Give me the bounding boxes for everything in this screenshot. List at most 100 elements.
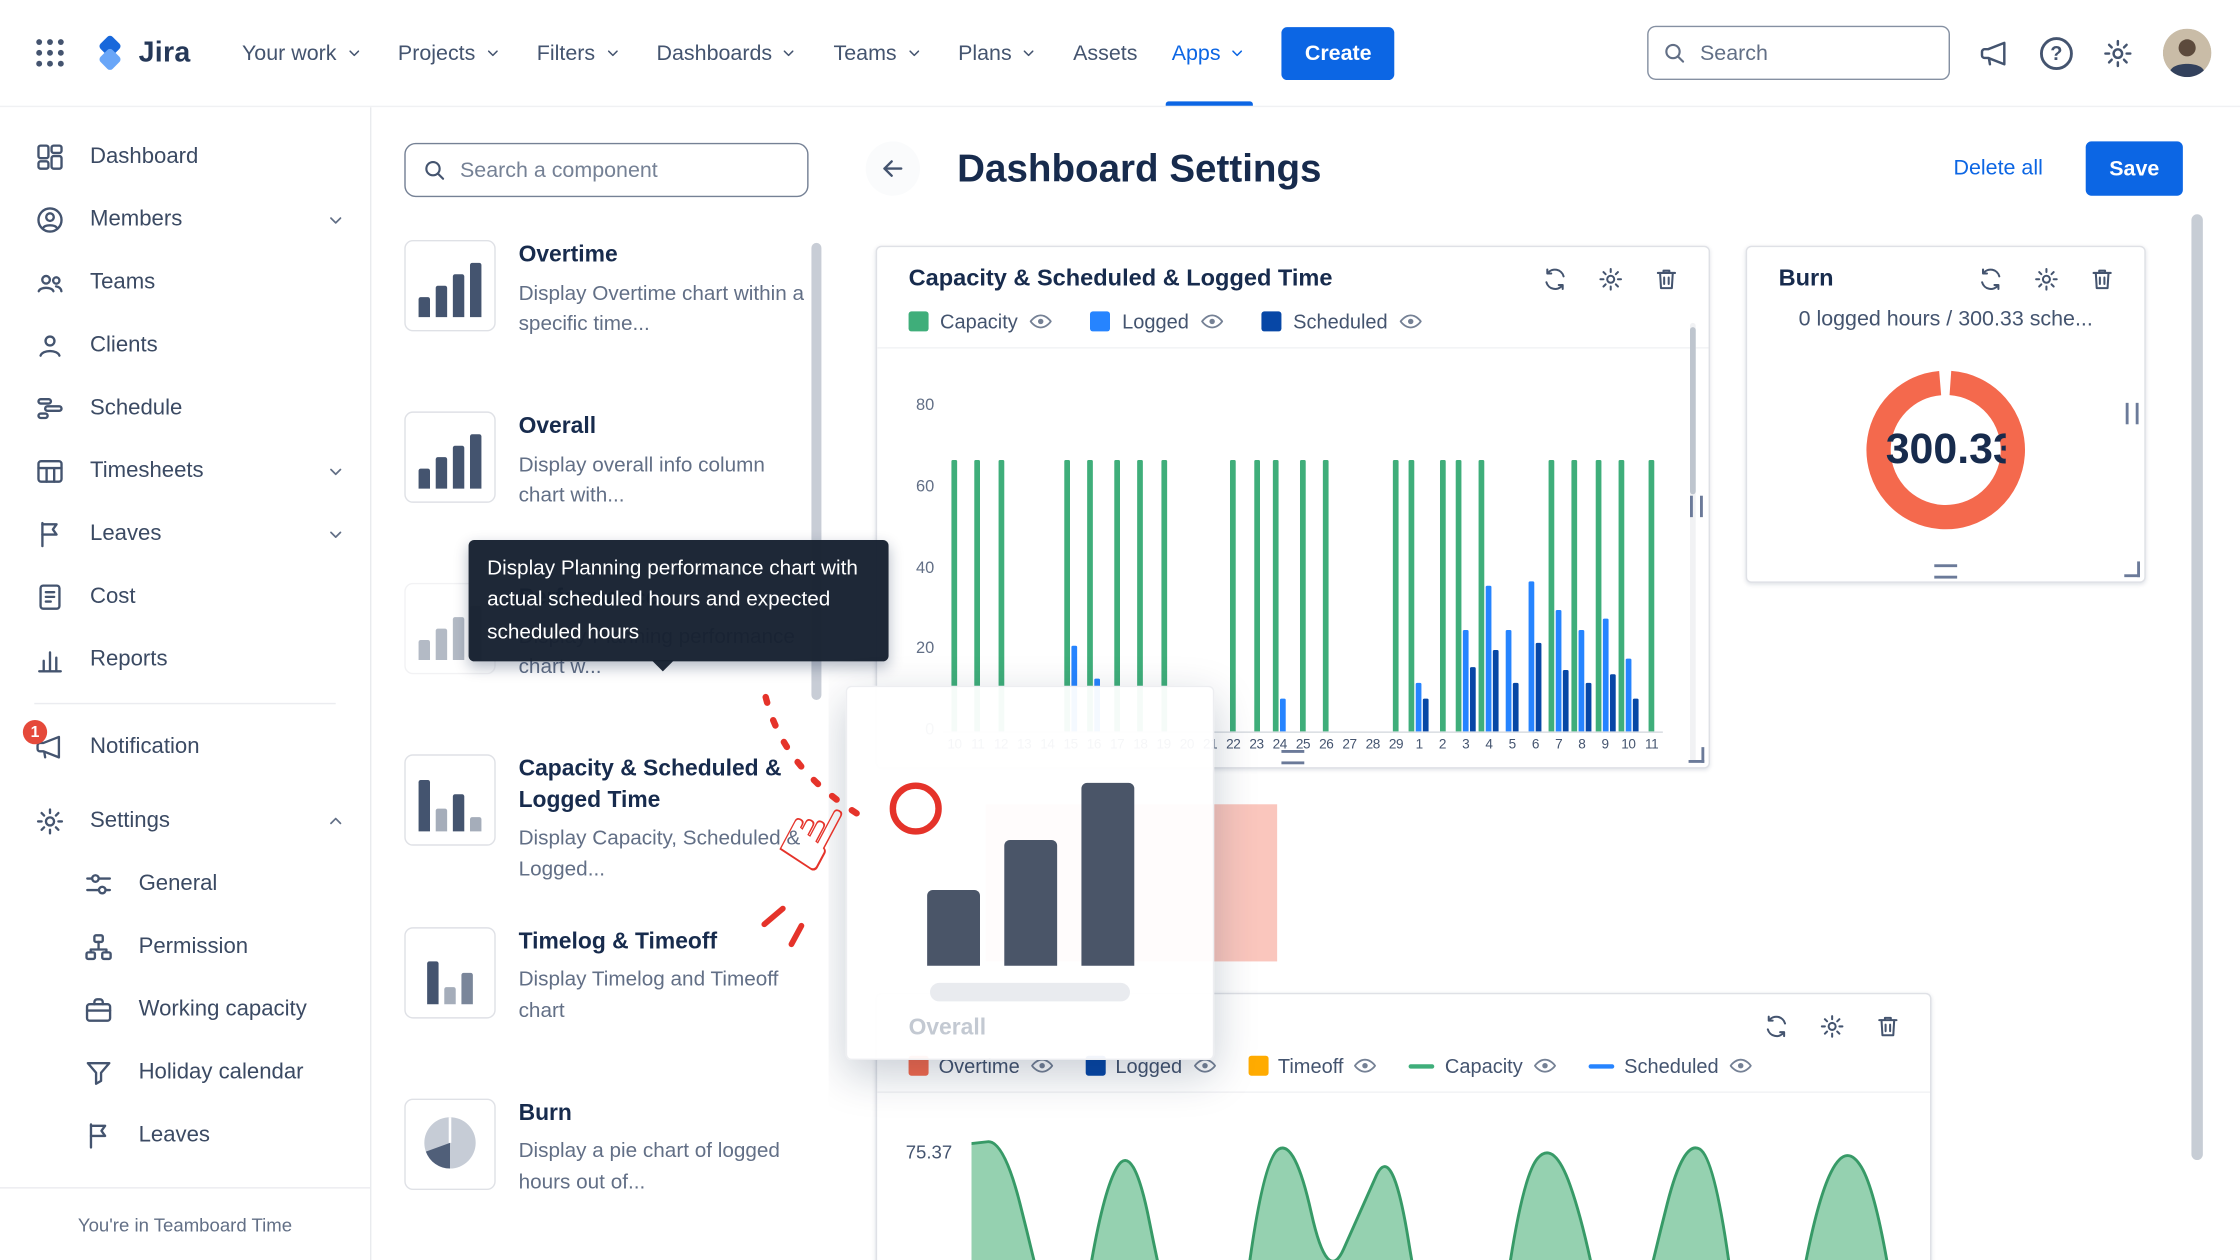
gear-icon[interactable] [1597,266,1624,293]
component-thumbnail [404,754,495,845]
create-button[interactable]: Create [1282,26,1394,79]
announcement-icon[interactable] [1979,36,2012,69]
y-axis-tick: 80 [891,397,934,414]
components-panel: OvertimeDisplay Overtime chart within a … [371,107,828,1260]
component-search-input[interactable] [404,143,808,197]
refresh-icon[interactable] [1541,266,1568,293]
nav-item-filters[interactable]: Filters [520,0,640,106]
help-icon[interactable]: ? [2040,36,2073,69]
nav-item-teams[interactable]: Teams [816,0,941,106]
delete-all-button[interactable]: Delete all [1954,156,2043,180]
sliders-icon [83,869,114,900]
bar-slot [1175,407,1198,731]
briefcase-icon [83,994,114,1025]
nav-item-label: Filters [537,41,595,65]
bar-slot [1361,407,1384,731]
bar-capacity [1440,460,1446,732]
gear-icon[interactable] [2101,36,2134,69]
back-button[interactable] [866,141,920,195]
component-card-burn[interactable]: BurnDisplay a pie chart of logged hours … [404,1098,808,1229]
sidebar-item-holiday-calendar[interactable]: Holiday calendar [0,1041,370,1104]
trash-icon[interactable] [2089,266,2116,293]
sidebar-item-leaves[interactable]: Leaves [0,1104,370,1167]
eye-icon[interactable] [1353,1057,1377,1074]
sidebar-gap [0,779,370,790]
resize-handle-bottom[interactable] [1281,750,1304,764]
chevron-down-icon [324,523,347,546]
sidebar-item-settings[interactable]: Settings [0,790,370,853]
nav-item-dashboards[interactable]: Dashboards [639,0,816,106]
teams-icon [34,267,65,298]
jira-logo[interactable]: Jira [91,34,190,71]
sidebar-item-label: Settings [90,809,300,835]
bar-slot [1129,407,1152,731]
sidebar-list: DashboardMembers Teams ClientsScheduleTime… [0,107,370,1167]
eye-icon[interactable] [1399,313,1423,330]
chevron-down-icon [904,43,924,63]
bar-capacity [1618,460,1624,732]
trash-icon[interactable] [1653,266,1680,293]
bar-slot [1106,407,1129,731]
trash-icon[interactable] [1874,1013,1901,1040]
sidebar-item-timesheets[interactable]: Timesheets [0,440,370,503]
sidebar-item-reports[interactable]: Reports [0,629,370,692]
component-card-overall[interactable]: OverallDisplay overall info column chart… [404,411,808,542]
sidebar-item-teams[interactable]: Teams [0,251,370,314]
eye-icon[interactable] [1533,1057,1557,1074]
sidebar-item-cost[interactable]: Cost [0,566,370,629]
nav-item-apps[interactable]: Apps [1155,0,1265,106]
sidebar-item-leaves[interactable]: Leaves [0,503,370,566]
app-switcher-icon[interactable] [31,34,68,71]
avatar[interactable] [2163,29,2212,78]
sidebar-item-members[interactable]: Members [0,189,370,252]
sidebar-item-clients[interactable]: Clients [0,314,370,377]
eye-icon[interactable] [1729,1057,1753,1074]
nav-item-plans[interactable]: Plans [941,0,1056,106]
component-card-timelog-timeoff[interactable]: Timelog & TimeoffDisplay Timelog and Tim… [404,927,808,1058]
sidebar-item-label: Teams [90,270,347,296]
bar-capacity [1273,460,1279,732]
refresh-icon[interactable] [1977,266,2004,293]
chevron-down-icon [602,43,622,63]
bar-slot [1617,407,1640,731]
gear-icon[interactable] [2033,266,2060,293]
legend-swatch [1248,1056,1268,1076]
resize-handle-right[interactable] [2126,403,2139,424]
nav-item-label: Apps [1172,41,1221,65]
legend-label: Logged [1122,310,1189,333]
nav-item-label: Your work [242,41,337,65]
nav-item-assets[interactable]: Assets [1056,0,1155,106]
widget-scroll-thumb[interactable] [1690,327,1696,494]
search-input[interactable] [1647,26,1950,80]
sidebar-item-label: Permission [139,934,348,960]
nav-item-projects[interactable]: Projects [381,0,520,106]
bar-scheduled [1609,675,1615,732]
eye-icon[interactable] [1200,313,1224,330]
bar-chart-plot [943,407,1663,733]
eye-icon[interactable] [1029,313,1053,330]
sidebar-item-permission[interactable]: Permission [0,916,370,979]
sidebar-item-notification[interactable]: 1Notification [0,716,370,779]
sidebar-item-dashboard[interactable]: Dashboard [0,126,370,189]
component-card-overtime[interactable]: OvertimeDisplay Overtime chart within a … [404,240,808,371]
dragged-card-overall[interactable]: Overall [846,686,1215,1060]
nav-item-your-work[interactable]: Your work [225,0,381,106]
gear-icon[interactable] [1819,1013,1846,1040]
sidebar-item-working-capacity[interactable]: Working capacity [0,979,370,1042]
bar-scheduled [1586,683,1592,732]
resize-handle-corner[interactable] [2124,561,2140,577]
resize-handle-right[interactable] [1690,496,1703,517]
main-scrollbar[interactable] [2191,214,2202,1160]
sidebar-item-schedule[interactable]: Schedule [0,377,370,440]
resize-handle-bottom[interactable] [1934,564,1957,578]
resize-handle-corner[interactable] [1689,747,1705,763]
bar-slot [1198,407,1221,731]
burn-subtitle: 0 logged hours / 300.33 sche... [1770,307,2121,331]
sidebar-item-general[interactable]: General [0,853,370,916]
chevron-down-icon [482,43,502,63]
refresh-icon[interactable] [1763,1013,1790,1040]
bar-slot [989,407,1012,731]
bar-capacity [1393,460,1399,732]
component-card-capacity-scheduled-logged-time[interactable]: Capacity & Scheduled & Logged TimeDispla… [404,754,808,886]
save-button[interactable]: Save [2086,141,2183,195]
